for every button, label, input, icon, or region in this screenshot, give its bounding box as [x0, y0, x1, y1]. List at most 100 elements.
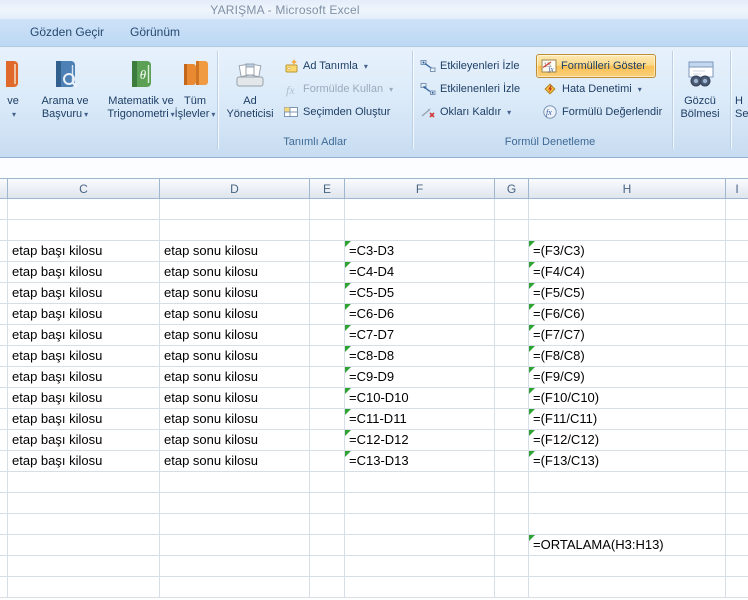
- cell-B14[interactable]: [0, 472, 8, 493]
- cell-H18[interactable]: [529, 556, 726, 577]
- cell-E9[interactable]: [310, 367, 345, 388]
- column-header-B[interactable]: [0, 178, 8, 199]
- cell-D19[interactable]: [160, 577, 310, 598]
- cell-F5[interactable]: =C5-D5: [345, 283, 495, 304]
- cell-F15[interactable]: [345, 493, 495, 514]
- cell-G14[interactable]: [495, 472, 529, 493]
- cell-H17[interactable]: =ORTALAMA(H3:H13): [529, 535, 726, 556]
- cell-H13[interactable]: =(F13/C13): [529, 451, 726, 472]
- cell-E11[interactable]: [310, 409, 345, 430]
- cell-F3[interactable]: =C3-D3: [345, 241, 495, 262]
- ribbon-button-error-checking[interactable]: Hata Denetimi ▾: [538, 78, 646, 100]
- ribbon-button-date-time-cut[interactable]: ve ▾: [0, 53, 26, 153]
- cell-E10[interactable]: [310, 388, 345, 409]
- cell-I7[interactable]: [726, 325, 748, 346]
- tab-gozden-gecir[interactable]: Gözden Geçir: [30, 25, 104, 39]
- cell-E5[interactable]: [310, 283, 345, 304]
- cell-I6[interactable]: [726, 304, 748, 325]
- cell-D15[interactable]: [160, 493, 310, 514]
- cell-E18[interactable]: [310, 556, 345, 577]
- cell-G4[interactable]: [495, 262, 529, 283]
- cell-D17[interactable]: [160, 535, 310, 556]
- cell-F10[interactable]: =C10-D10: [345, 388, 495, 409]
- cell-C9[interactable]: etap başı kilosu: [8, 367, 160, 388]
- cell-E6[interactable]: [310, 304, 345, 325]
- cell-F12[interactable]: =C12-D12: [345, 430, 495, 451]
- cell-I9[interactable]: [726, 367, 748, 388]
- cell-I17[interactable]: [726, 535, 748, 556]
- cell-F18[interactable]: [345, 556, 495, 577]
- cell-E7[interactable]: [310, 325, 345, 346]
- cell-H1[interactable]: [529, 199, 726, 220]
- cell-I13[interactable]: [726, 451, 748, 472]
- cell-I14[interactable]: [726, 472, 748, 493]
- cell-C16[interactable]: [8, 514, 160, 535]
- cell-F2[interactable]: [345, 220, 495, 241]
- cell-B15[interactable]: [0, 493, 8, 514]
- cell-E1[interactable]: [310, 199, 345, 220]
- cell-E13[interactable]: [310, 451, 345, 472]
- cell-E3[interactable]: [310, 241, 345, 262]
- cell-H9[interactable]: =(F9/C9): [529, 367, 726, 388]
- cell-I12[interactable]: [726, 430, 748, 451]
- cell-B4[interactable]: [0, 262, 8, 283]
- cell-D8[interactable]: etap sonu kilosu: [160, 346, 310, 367]
- cell-C4[interactable]: etap başı kilosu: [8, 262, 160, 283]
- column-header-I[interactable]: I: [726, 178, 748, 199]
- cell-I2[interactable]: [726, 220, 748, 241]
- cell-C15[interactable]: [8, 493, 160, 514]
- cell-G18[interactable]: [495, 556, 529, 577]
- cell-H16[interactable]: [529, 514, 726, 535]
- cell-B19[interactable]: [0, 577, 8, 598]
- ribbon-button-lookup-reference[interactable]: Arama ve Başvuru▾: [24, 53, 106, 153]
- column-header-G[interactable]: G: [495, 178, 529, 199]
- cell-C6[interactable]: etap başı kilosu: [8, 304, 160, 325]
- cell-G16[interactable]: [495, 514, 529, 535]
- cell-E12[interactable]: [310, 430, 345, 451]
- cell-B1[interactable]: [0, 199, 8, 220]
- cell-F17[interactable]: [345, 535, 495, 556]
- cell-C5[interactable]: etap başı kilosu: [8, 283, 160, 304]
- cell-H19[interactable]: [529, 577, 726, 598]
- cell-C1[interactable]: [8, 199, 160, 220]
- cell-F19[interactable]: [345, 577, 495, 598]
- cell-D10[interactable]: etap sonu kilosu: [160, 388, 310, 409]
- cell-D3[interactable]: etap sonu kilosu: [160, 241, 310, 262]
- cell-D2[interactable]: [160, 220, 310, 241]
- cell-D7[interactable]: etap sonu kilosu: [160, 325, 310, 346]
- cell-C10[interactable]: etap başı kilosu: [8, 388, 160, 409]
- cell-H14[interactable]: [529, 472, 726, 493]
- cell-D1[interactable]: [160, 199, 310, 220]
- cell-I4[interactable]: [726, 262, 748, 283]
- cell-C12[interactable]: etap başı kilosu: [8, 430, 160, 451]
- cell-H12[interactable]: =(F12/C12): [529, 430, 726, 451]
- cell-D13[interactable]: etap sonu kilosu: [160, 451, 310, 472]
- cell-I1[interactable]: [726, 199, 748, 220]
- cell-H15[interactable]: [529, 493, 726, 514]
- cell-F14[interactable]: [345, 472, 495, 493]
- cell-D11[interactable]: etap sonu kilosu: [160, 409, 310, 430]
- cell-B5[interactable]: [0, 283, 8, 304]
- cell-E2[interactable]: [310, 220, 345, 241]
- cell-H5[interactable]: =(F5/C5): [529, 283, 726, 304]
- cell-H11[interactable]: =(F11/C11): [529, 409, 726, 430]
- cell-G17[interactable]: [495, 535, 529, 556]
- cell-E15[interactable]: [310, 493, 345, 514]
- column-header-H[interactable]: H: [529, 178, 726, 199]
- cell-D18[interactable]: [160, 556, 310, 577]
- cell-G7[interactable]: [495, 325, 529, 346]
- cell-G9[interactable]: [495, 367, 529, 388]
- cell-D5[interactable]: etap sonu kilosu: [160, 283, 310, 304]
- cell-G13[interactable]: [495, 451, 529, 472]
- cell-B6[interactable]: [0, 304, 8, 325]
- cell-F13[interactable]: =C13-D13: [345, 451, 495, 472]
- column-header-F[interactable]: F: [345, 178, 495, 199]
- cell-G15[interactable]: [495, 493, 529, 514]
- cell-D9[interactable]: etap sonu kilosu: [160, 367, 310, 388]
- ribbon-button-remove-arrows[interactable]: Okları Kaldır ▾: [416, 101, 515, 123]
- cell-B16[interactable]: [0, 514, 8, 535]
- ribbon-button-math-trig[interactable]: θ Matematik ve Trigonometri▾: [104, 53, 178, 153]
- cell-G6[interactable]: [495, 304, 529, 325]
- cell-E16[interactable]: [310, 514, 345, 535]
- cell-G11[interactable]: [495, 409, 529, 430]
